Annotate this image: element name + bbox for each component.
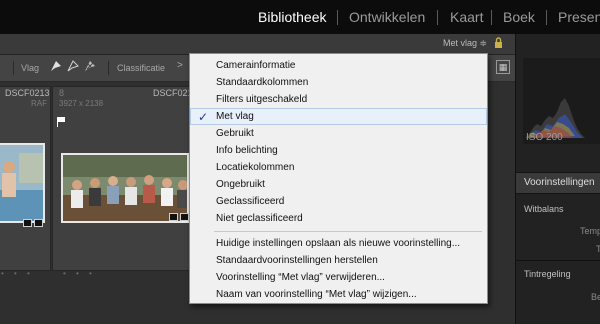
toolbar-grid-icon[interactable]: ▦ — [496, 60, 510, 74]
photo-cell-selected[interactable]: DSCF0214 3927 x 2138 8 • • • — [52, 86, 198, 278]
filter-preset-menu: Camerainformatie Standaardkolommen Filte… — [189, 53, 488, 304]
module-develop[interactable]: Ontwikkelen — [349, 9, 425, 25]
photo-filetype: RAF — [31, 99, 47, 108]
menu-item-location-columns[interactable]: Locatiekolommen — [190, 159, 487, 176]
classification-label: Classificatie — [117, 63, 166, 73]
menu-item-exposure-info[interactable]: Info belichting — [190, 142, 487, 159]
tone-header-label: Tintregeling — [524, 269, 571, 279]
menu-item-rename-preset[interactable]: Naam van voorinstelling “Met vlag” wijzi… — [190, 286, 487, 303]
menu-item-save-preset[interactable]: Huidige instellingen opslaan als nieuwe … — [190, 235, 487, 252]
brightness-label: Be — [591, 292, 600, 302]
panel-divider — [516, 260, 600, 261]
photo-badge-icon — [169, 213, 178, 221]
temp-label: Temp — [580, 226, 600, 236]
menu-separator — [214, 231, 482, 232]
menu-item-restore-defaults[interactable]: Standaardvoorinstellingen herstellen — [190, 252, 487, 269]
module-separator — [491, 10, 492, 25]
cell-footer: • • • — [63, 269, 96, 278]
menu-item-default-columns[interactable]: Standaardkolommen — [190, 74, 487, 91]
module-book[interactable]: Boek — [503, 9, 535, 25]
module-map[interactable]: Kaart — [450, 9, 483, 25]
photo-thumbnail[interactable] — [0, 143, 45, 223]
photo-index: 8 — [59, 88, 65, 98]
menu-item-unrated[interactable]: Niet geclassificeerd — [190, 210, 487, 227]
library-filter-bar: Met vlag ≑ — [0, 34, 515, 55]
iso-readout: ISO 200 — [526, 132, 563, 143]
menu-item-camera-info[interactable]: Camerainformatie — [190, 57, 487, 74]
filter-preset-dropdown[interactable]: Met vlag ≑ — [443, 38, 487, 49]
photo-badge-icon — [23, 219, 32, 227]
flag-label: Vlag — [21, 63, 40, 73]
module-library[interactable]: Bibliotheek — [258, 9, 327, 25]
menu-item-unused[interactable]: Ongebruikt — [190, 176, 487, 193]
toolbar-divider — [108, 61, 109, 75]
photo-cell[interactable]: DSCF0213 RAF • • • — [0, 86, 51, 278]
tint-label: T — [596, 244, 600, 254]
menu-item-flagged[interactable]: ✓ Met vlag — [190, 108, 487, 125]
flag-unflagged-icon[interactable] — [66, 59, 80, 76]
photo-edit-badge-icon — [34, 219, 43, 227]
menu-item-used[interactable]: Gebruikt — [190, 125, 487, 142]
menu-item-delete-preset[interactable]: Voorinstelling “Met vlag” verwijderen... — [190, 269, 487, 286]
menu-item-filters-off[interactable]: Filters uitgeschakeld — [190, 91, 487, 108]
module-separator — [337, 10, 338, 25]
module-separator — [437, 10, 438, 25]
flag-rejected-icon[interactable] — [83, 59, 97, 76]
white-balance-label: Witbalans — [524, 204, 564, 214]
lock-icon[interactable] — [494, 37, 503, 51]
module-separator — [546, 10, 547, 25]
flag-icon — [57, 117, 66, 130]
checkmark-icon: ✓ — [198, 110, 209, 124]
toolbar-divider — [13, 61, 14, 75]
module-slideshow[interactable]: Present — [558, 9, 600, 25]
cell-footer: • • • — [1, 269, 34, 278]
photo-dimensions: 3927 x 2138 — [59, 99, 104, 108]
toolbar-more-chevron[interactable]: > — [177, 60, 183, 71]
photo-edit-badge-icon — [180, 213, 189, 221]
menu-item-rated[interactable]: Geclassificeerd — [190, 193, 487, 210]
photo-filename: DSCF0213 — [5, 88, 50, 98]
module-picker: Bibliotheek Ontwikkelen Kaart Boek Prese… — [0, 0, 600, 34]
presets-header-label: Voorinstellingen — [524, 177, 595, 188]
right-panel: ISO 200 Voorinstellingen Witbalans Temp … — [515, 34, 600, 324]
presets-panel-header[interactable]: Voorinstellingen — [516, 172, 600, 194]
flag-picked-icon[interactable] — [49, 59, 63, 76]
